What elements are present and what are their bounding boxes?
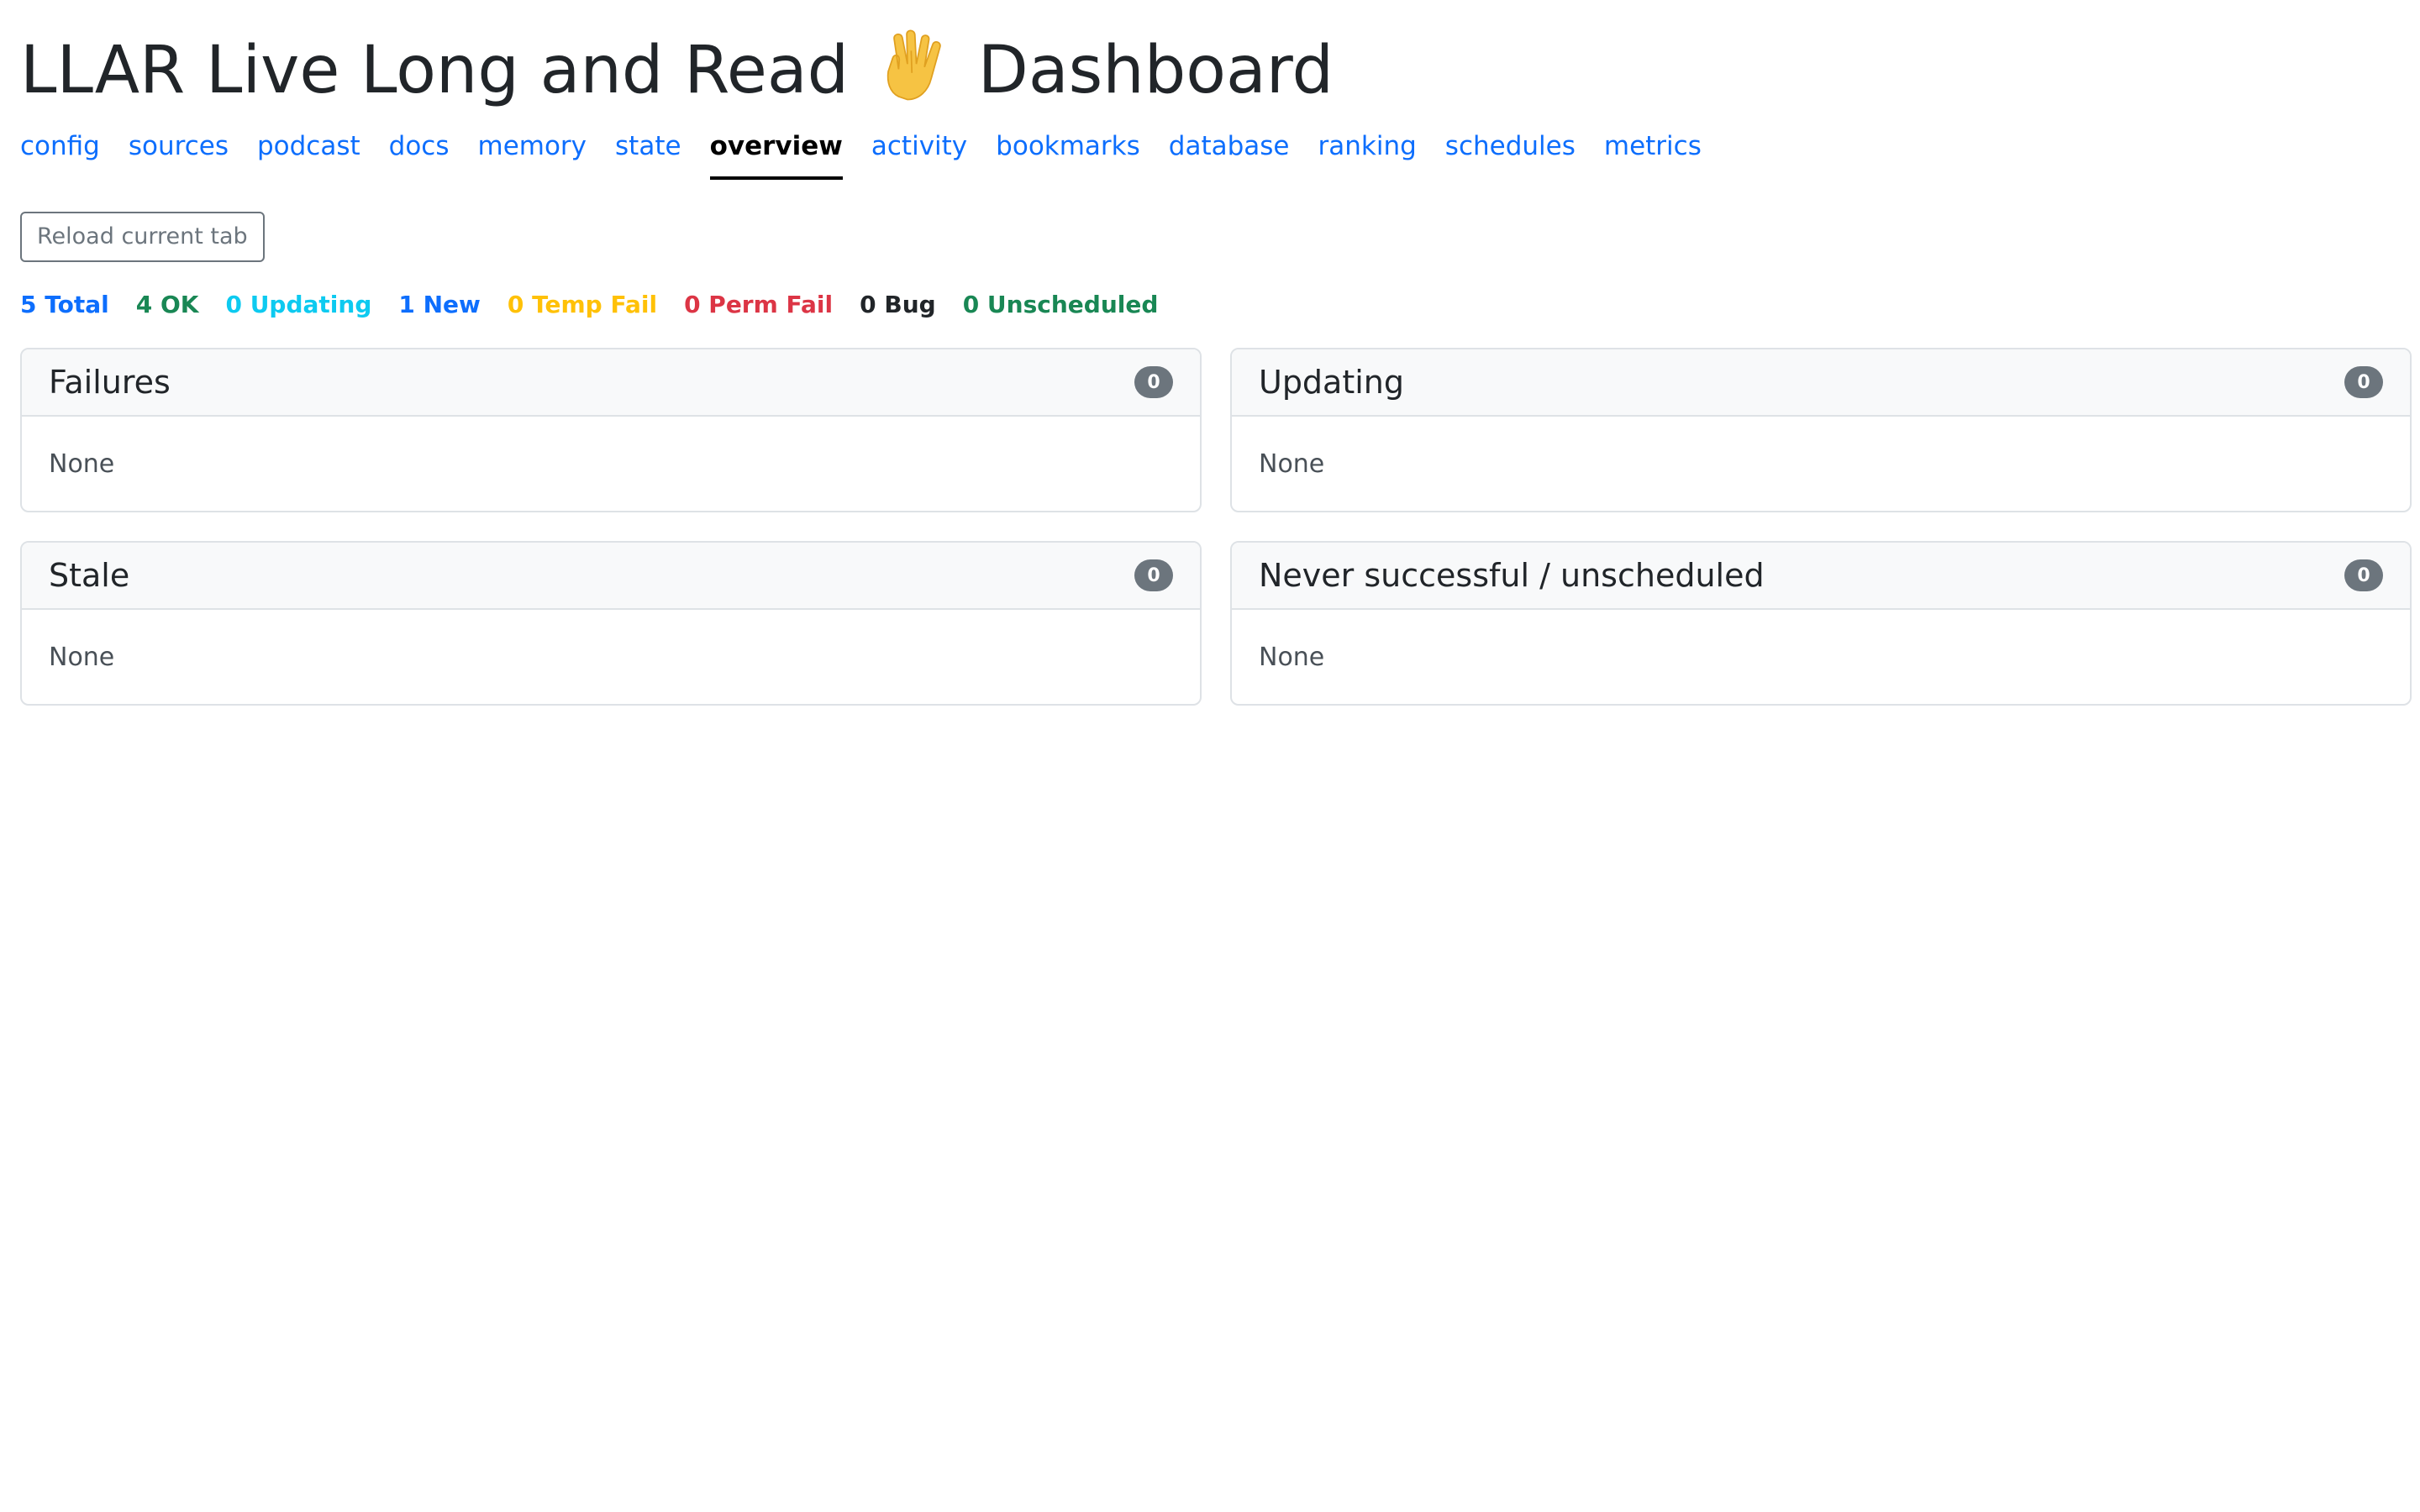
panel-body: None [49, 449, 115, 479]
tab-bar: config sources podcast docs memory state… [20, 131, 2400, 195]
tab-state[interactable]: state [615, 131, 681, 176]
stale-panel: Stale 0 None [20, 541, 1202, 706]
count-badge: 0 [2344, 559, 2383, 591]
tab-podcast[interactable]: podcast [257, 131, 360, 176]
count-badge: 0 [1134, 366, 1173, 398]
panel-title: Updating [1259, 364, 1405, 401]
panel-body: None [49, 642, 115, 672]
stat-new: 1 New [398, 291, 481, 318]
count-badge: 0 [2344, 366, 2383, 398]
tab-database[interactable]: database [1169, 131, 1290, 176]
dashboard-page: LLAR Live Long and Read Dashboard config… [0, 0, 2420, 1512]
panel-header: Failures 0 [22, 349, 1200, 417]
page-title: LLAR Live Long and Read Dashboard [20, 0, 2400, 111]
tab-schedules[interactable]: schedules [1445, 131, 1576, 176]
tab-memory[interactable]: memory [478, 131, 587, 176]
failures-panel: Failures 0 None [20, 348, 1202, 512]
vulcan-salute-icon [886, 29, 941, 101]
page-title-suffix: Dashboard [977, 33, 1334, 108]
panel-title: Never successful / unscheduled [1259, 557, 1765, 594]
tab-overview[interactable]: overview [709, 131, 843, 180]
page-title-prefix: LLAR Live Long and Read [20, 33, 850, 108]
stat-total: 5 Total [20, 291, 109, 318]
panel-header: Never successful / unscheduled 0 [1232, 543, 2410, 610]
panel-body: None [1259, 642, 1325, 672]
status-summary: 5 Total 4 OK 0 Updating 1 New 0 Temp Fai… [20, 291, 2400, 319]
tab-metrics[interactable]: metrics [1604, 131, 1702, 176]
stat-unscheduled: 0 Unscheduled [962, 291, 1159, 318]
stat-updating: 0 Updating [225, 291, 372, 318]
panel-body: None [1259, 449, 1325, 479]
stat-bug: 0 Bug [860, 291, 936, 318]
panel-header: Stale 0 [22, 543, 1200, 610]
updating-panel: Updating 0 None [1230, 348, 2412, 512]
stat-ok: 4 OK [135, 291, 199, 318]
tab-activity[interactable]: activity [871, 131, 967, 176]
tab-bookmarks[interactable]: bookmarks [996, 131, 1140, 176]
panel-header: Updating 0 [1232, 349, 2410, 417]
panel-title: Failures [49, 364, 171, 401]
never-successful-panel: Never successful / unscheduled 0 None [1230, 541, 2412, 706]
panel-title: Stale [49, 557, 130, 594]
stat-temp-fail: 0 Temp Fail [507, 291, 658, 318]
count-badge: 0 [1134, 559, 1173, 591]
tab-ranking[interactable]: ranking [1318, 131, 1417, 176]
tab-docs[interactable]: docs [389, 131, 450, 176]
stat-perm-fail: 0 Perm Fail [684, 291, 834, 318]
reload-tab-button[interactable]: Reload current tab [20, 212, 265, 262]
panel-grid: Failures 0 None Updating 0 None Stale 0 … [20, 348, 2412, 706]
tab-sources[interactable]: sources [129, 131, 229, 176]
tab-config[interactable]: config [20, 131, 100, 176]
